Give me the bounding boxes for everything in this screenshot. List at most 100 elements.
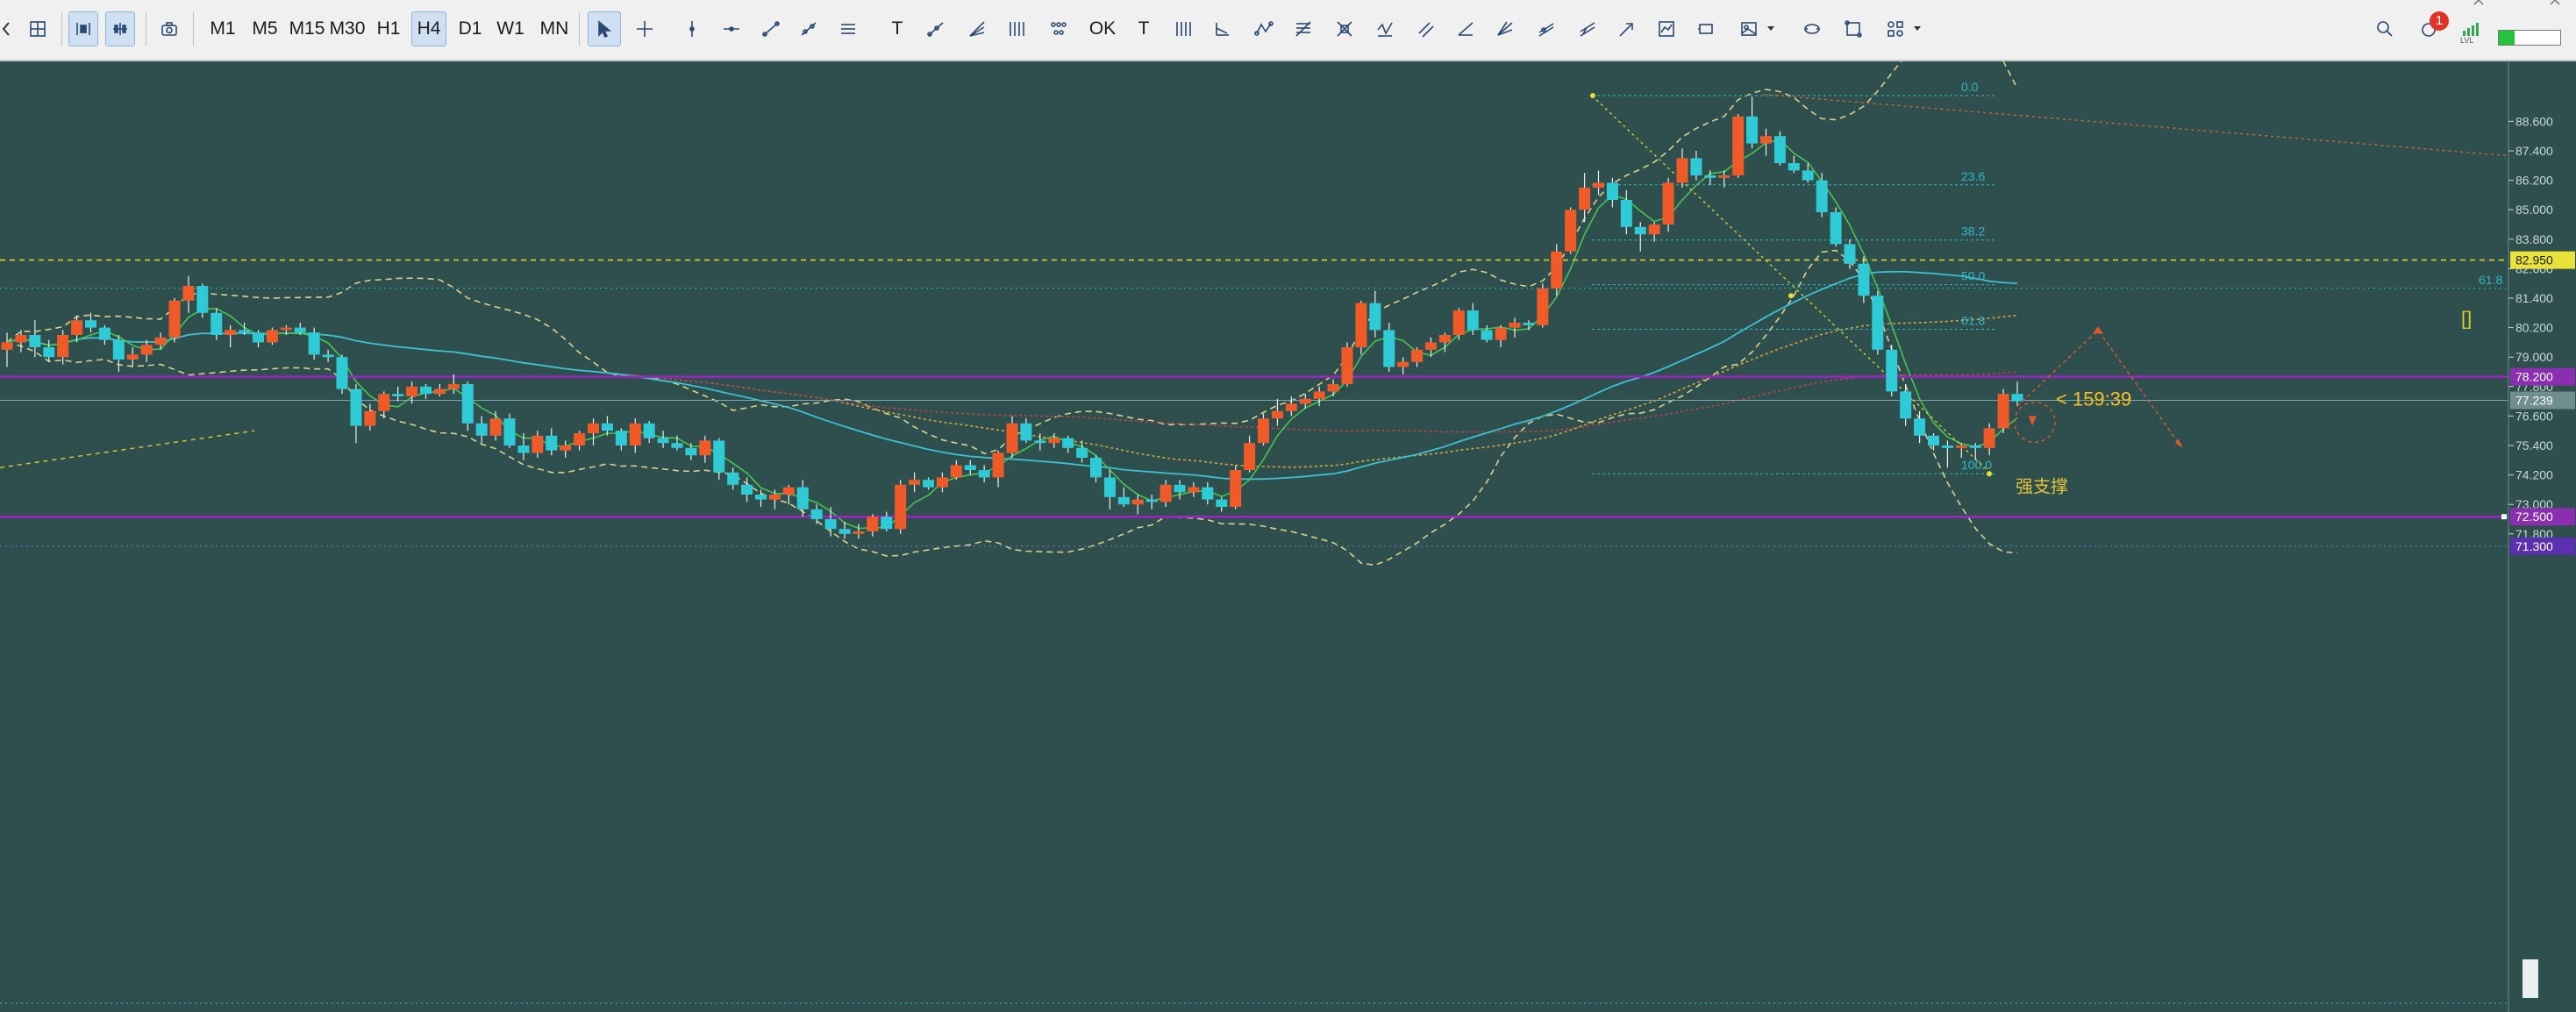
candle-bull[interactable] [1732, 116, 1745, 175]
fibo-channel-button[interactable] [1571, 11, 1604, 46]
restore-window-button[interactable] [2470, 0, 2487, 9]
candle-bear[interactable] [1914, 418, 1926, 436]
candle-bull[interactable] [867, 517, 879, 531]
more-tools-button[interactable] [1879, 11, 1912, 46]
candle-bull[interactable] [378, 394, 390, 411]
candle-bear[interactable] [1928, 435, 1939, 445]
candle-bull[interactable] [182, 286, 195, 301]
candle-bear[interactable] [1844, 244, 1856, 264]
candle-bear[interactable] [1090, 458, 1102, 478]
candle-bear[interactable] [601, 423, 613, 431]
candle-bear[interactable] [1746, 116, 1759, 144]
candle-bull[interactable] [140, 345, 153, 355]
ray-button[interactable] [919, 11, 953, 46]
text-label-button[interactable]: T [1127, 11, 1160, 46]
candle-bull[interactable] [71, 320, 83, 335]
candle-bear[interactable] [1145, 499, 1158, 502]
candle-bear[interactable] [1076, 447, 1088, 458]
candle-bear[interactable] [713, 440, 725, 473]
candle-bull[interactable] [1285, 403, 1297, 411]
candle-bull[interactable] [447, 384, 460, 389]
candle-bull[interactable] [782, 487, 795, 495]
candle-bull[interactable] [364, 410, 376, 426]
candle-bull[interactable] [1760, 136, 1772, 144]
ellipse-button[interactable] [1795, 11, 1829, 46]
notifications-button[interactable]: 1 [2412, 11, 2449, 46]
image-button[interactable] [1732, 11, 1766, 46]
candle-bear[interactable] [838, 529, 851, 534]
candle-bull[interactable] [1341, 347, 1353, 384]
timeframe-m30-button[interactable]: M30 [328, 11, 367, 46]
candle-bull[interactable] [1131, 499, 1144, 505]
timeframe-d1-button[interactable]: D1 [453, 11, 488, 46]
candle-bull[interactable] [1, 342, 13, 350]
xabcd-button[interactable] [1328, 11, 1361, 46]
cycle-lines-button[interactable] [1167, 11, 1200, 46]
candle-bull[interactable] [1495, 327, 1507, 340]
candle-bull[interactable] [1397, 361, 1409, 367]
candle-bull[interactable] [168, 300, 181, 338]
candle-bull[interactable] [1230, 470, 1242, 507]
candle-bull[interactable] [895, 484, 907, 530]
price-chart[interactable]: 0.023.638.250.061.8100.061.850.0< 159:39… [0, 61, 2576, 1012]
candle-bull[interactable] [768, 495, 781, 500]
candle-bull[interactable] [1551, 251, 1563, 289]
ok-label-button[interactable]: OK [1086, 11, 1119, 46]
candle-bear[interactable] [1690, 158, 1702, 175]
shapes-button[interactable] [1837, 11, 1870, 46]
candle-bull[interactable] [1313, 391, 1325, 399]
candle-bear[interactable] [1020, 423, 1032, 441]
crosshair-button[interactable] [628, 11, 661, 46]
candle-bear[interactable] [1103, 477, 1116, 497]
candle-bear[interactable] [964, 465, 976, 470]
candle-bull[interactable] [1593, 182, 1604, 188]
candle-bear[interactable] [503, 418, 516, 445]
candle-bear[interactable] [336, 357, 348, 389]
candle-bull[interactable] [936, 477, 948, 488]
scale-handle[interactable] [2522, 959, 2538, 998]
fibo-anchor-low[interactable] [1987, 471, 1992, 477]
candle-bull[interactable] [950, 465, 962, 478]
candle-bear[interactable] [29, 335, 41, 347]
candle-bear[interactable] [727, 472, 739, 485]
timeframe-m15-button[interactable]: M15 [288, 11, 326, 46]
candle-bear[interactable] [350, 388, 362, 426]
candle-bear[interactable] [98, 327, 111, 340]
chart-shift-button[interactable] [105, 11, 135, 46]
timeframe-m1-button[interactable]: M1 [204, 11, 241, 46]
trendline-angle-button[interactable] [792, 11, 825, 46]
candle-bear[interactable] [615, 431, 627, 445]
candle-bull[interactable] [1299, 398, 1311, 404]
candle-bear[interactable] [322, 354, 334, 358]
fibo-fan-button[interactable] [1287, 11, 1320, 46]
fan-button[interactable] [960, 11, 994, 46]
candle-bull[interactable] [1676, 158, 1688, 183]
candle-bear[interactable] [1969, 445, 1981, 448]
candle-bull[interactable] [433, 388, 446, 395]
candle-bull[interactable] [1006, 423, 1018, 453]
horizontal-line-button[interactable] [715, 11, 748, 46]
search-button[interactable] [2370, 11, 2400, 46]
candle-bear[interactable] [810, 509, 823, 519]
candle-bear[interactable] [796, 487, 809, 510]
candle-bull[interactable] [1565, 210, 1577, 252]
trendline-button[interactable] [754, 11, 788, 46]
candle-bull[interactable] [560, 445, 572, 451]
candle-bull[interactable] [1579, 188, 1591, 210]
fibo-time-button[interactable] [1368, 11, 1402, 46]
candle-bear[interactable] [294, 327, 306, 333]
candle-bull[interactable] [1997, 394, 2009, 429]
candle-bull[interactable] [588, 423, 599, 433]
candle-bear[interactable] [546, 435, 558, 451]
price-chart-svg[interactable]: 0.023.638.250.061.8100.061.850.0< 159:39… [0, 61, 2576, 1012]
candle-bear[interactable] [1858, 263, 1870, 296]
candle-bull[interactable] [15, 335, 27, 343]
candle-bear[interactable] [881, 517, 893, 530]
chart-window-button[interactable] [1650, 11, 1683, 46]
cursor-button[interactable] [588, 11, 621, 46]
candle-bear[interactable] [1481, 330, 1493, 340]
candle-bull[interactable] [1160, 484, 1172, 502]
candle-bull[interactable] [532, 435, 544, 453]
candle-bull[interactable] [574, 433, 586, 445]
arrow-line-button[interactable] [1610, 11, 1644, 46]
